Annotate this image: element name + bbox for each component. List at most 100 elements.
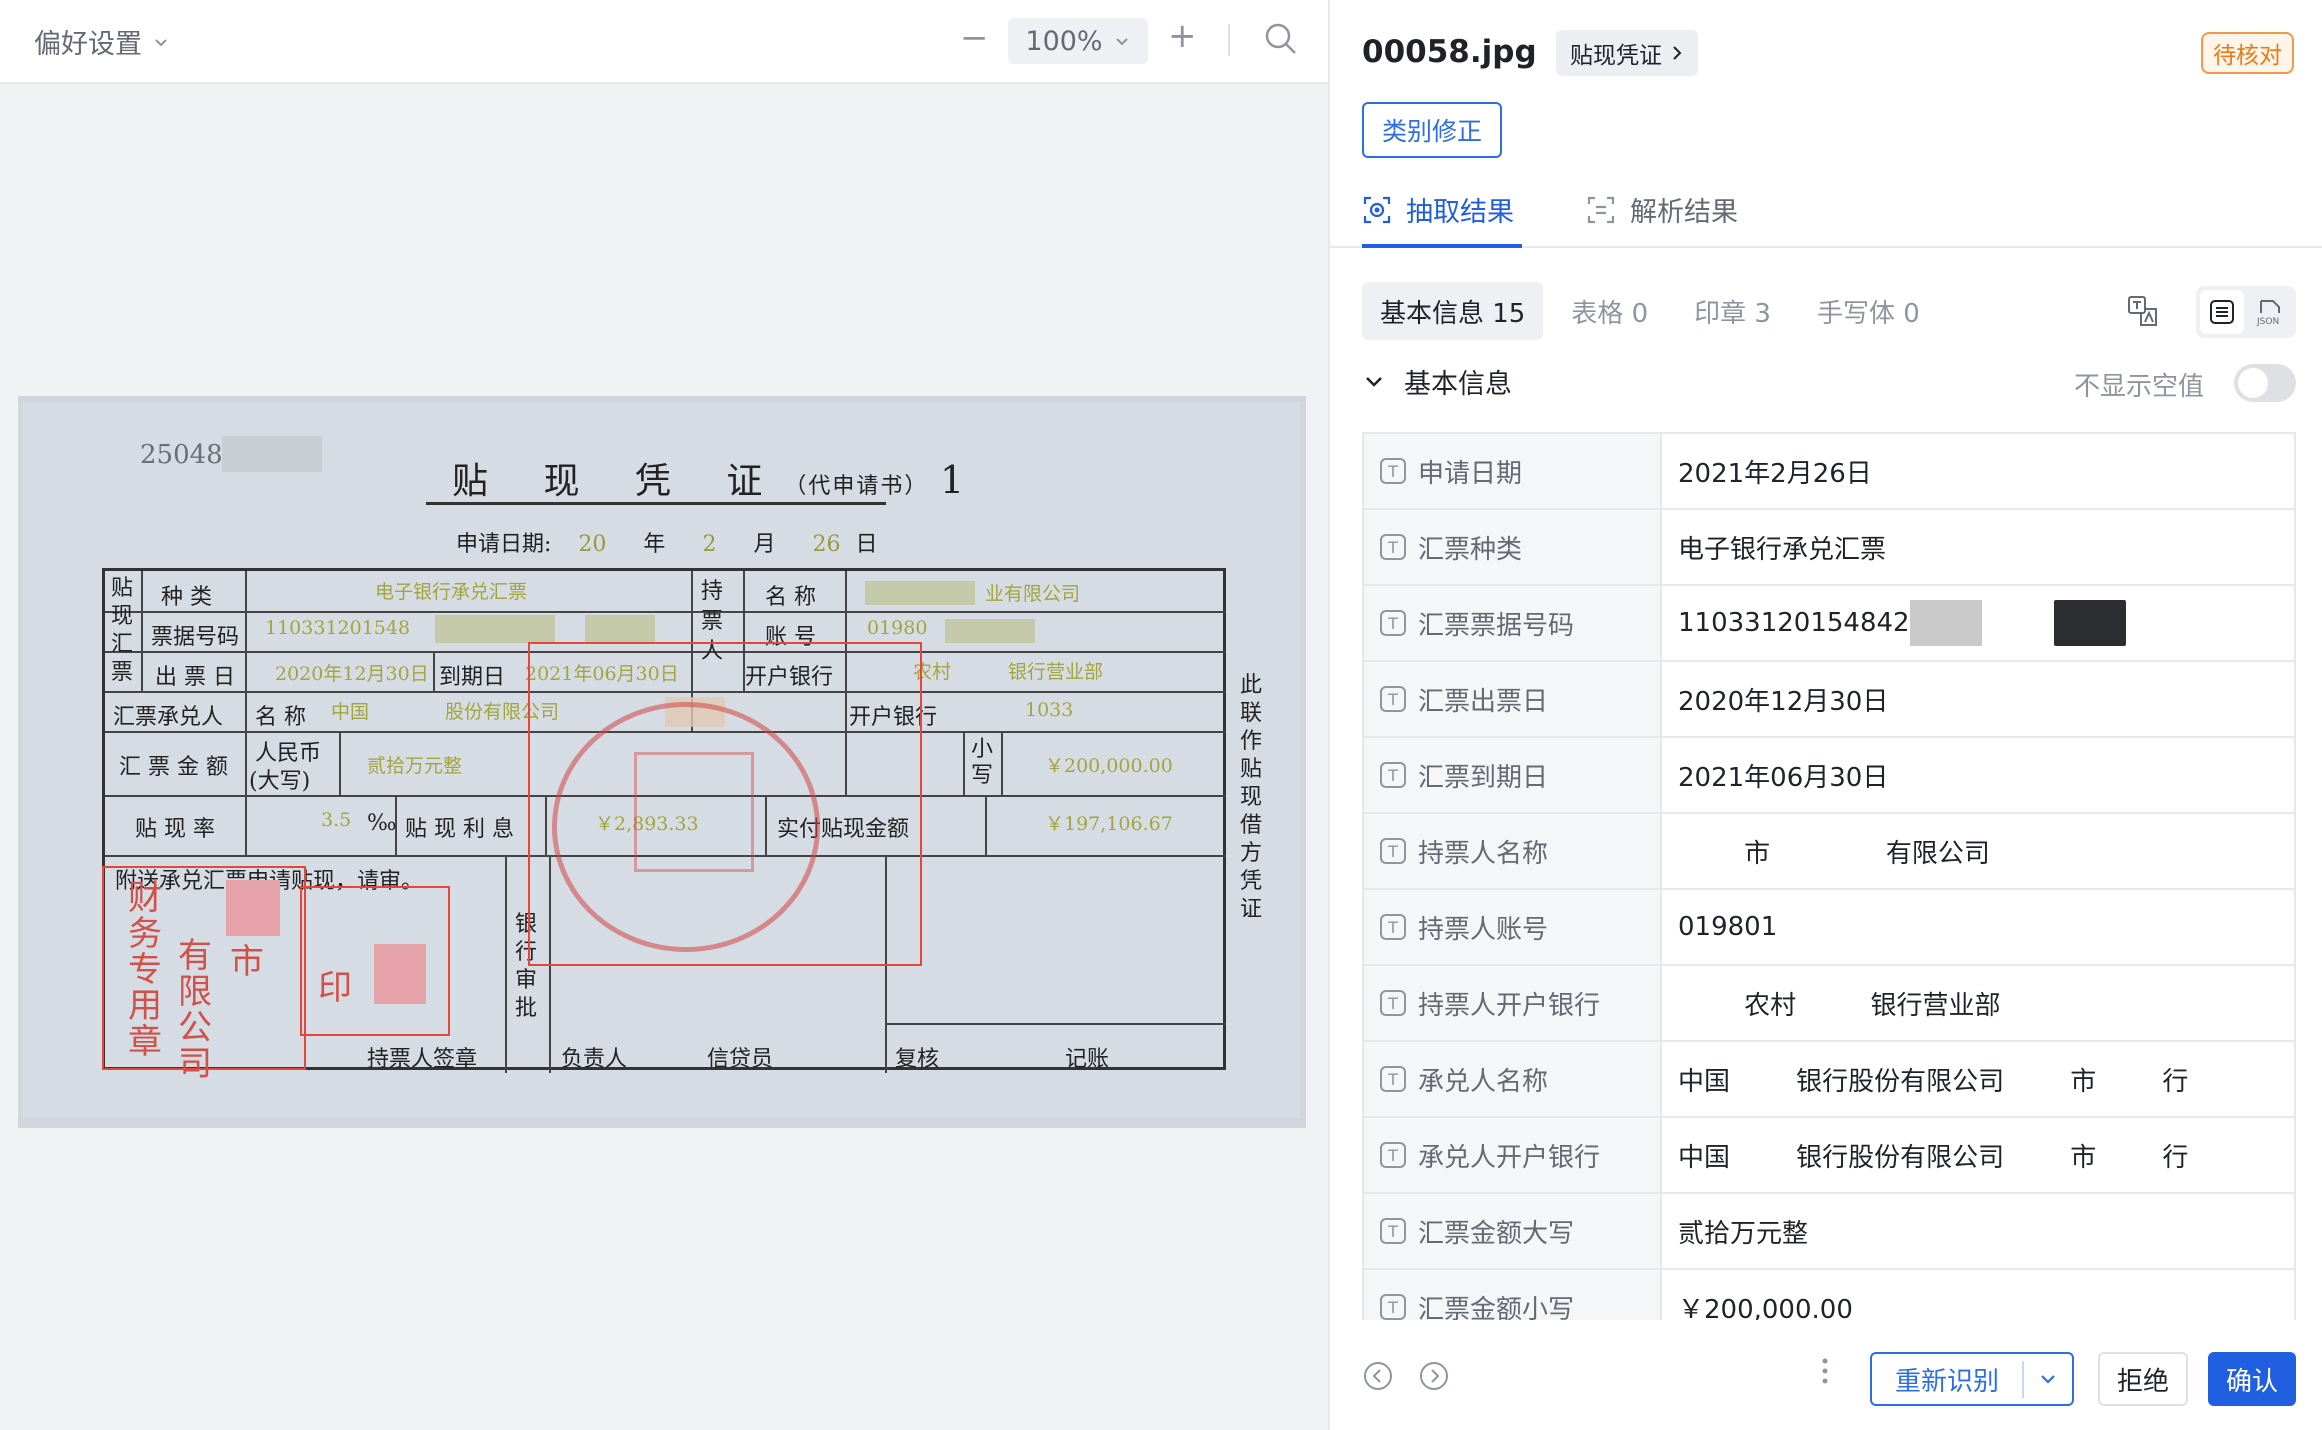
list-icon xyxy=(2210,300,2234,324)
active-tab-indicator xyxy=(1362,244,1522,248)
subtab-table[interactable]: 表格 0 xyxy=(1553,282,1666,340)
reidentify-dropdown[interactable] xyxy=(2024,1369,2072,1389)
label-daxie: (大写) xyxy=(249,769,311,794)
field-key-label: 申请日期 xyxy=(1418,458,1523,489)
value-acceptor-name: 中国 股份有限公司 xyxy=(331,701,560,723)
field-key: T 持票人名称 xyxy=(1364,814,1662,888)
svg-text:JSON: JSON xyxy=(2256,317,2279,327)
field-value[interactable]: 中国 银行股份有限公司 市 行 xyxy=(1662,1042,2294,1116)
field-key: T 承兑人开户银行 xyxy=(1364,1118,1662,1192)
label-acceptor-name: 名 称 xyxy=(255,705,306,730)
subtab-seal[interactable]: 印章 3 xyxy=(1676,282,1789,340)
reject-button[interactable]: 拒绝 xyxy=(2098,1352,2188,1406)
label-fuzeren: 负责人 xyxy=(561,1047,628,1072)
field-value[interactable]: ￥200,000.00 xyxy=(1662,1270,2294,1321)
json-icon: JSON xyxy=(2256,300,2280,327)
tab-parse[interactable]: 解析结果 xyxy=(1586,190,1738,229)
search-button[interactable] xyxy=(1262,20,1300,62)
field-key: T 持票人开户银行 xyxy=(1364,966,1662,1040)
value-chupiao-ri: 2020年12月30日 xyxy=(275,663,429,685)
month-label: 月 xyxy=(753,532,776,557)
chevron-down-icon xyxy=(1115,38,1128,46)
field-key: T 汇票种类 xyxy=(1364,510,1662,584)
tab-extract[interactable]: 抽取结果 xyxy=(1362,190,1514,229)
field-value[interactable]: 市 有限公司 xyxy=(1662,814,2294,888)
list-view-button[interactable] xyxy=(2200,290,2244,334)
document-viewer: 偏好设置 − 100% + 25048 贴 现 凭 证（代申请书） 1 申请日期… xyxy=(0,0,1328,1430)
chevron-down-icon xyxy=(1366,376,1382,387)
label-huipiao-jine: 汇 票 金 额 xyxy=(119,755,228,780)
zoom-level-value: 100% xyxy=(1025,25,1103,57)
more-options-button[interactable] xyxy=(1820,1354,1830,1396)
grid-line xyxy=(1001,731,1003,795)
field-row: T 汇票种类 电子银行承兑汇票 xyxy=(1364,510,2294,586)
apply-date-year: 20 xyxy=(578,532,607,557)
hide-empty-switch[interactable] xyxy=(2234,364,2296,402)
field-value[interactable]: 019801 xyxy=(1662,890,2294,964)
field-value[interactable]: 2020年12月30日 xyxy=(1662,662,2294,736)
text-type-icon: T xyxy=(1380,1294,1406,1320)
field-row: T 汇票金额大写 贰拾万元整 xyxy=(1364,1194,2294,1270)
redacted-block xyxy=(2053,600,2126,646)
json-view-button[interactable]: JSON xyxy=(2248,290,2292,334)
redacted-area xyxy=(865,581,975,605)
field-key-label: 持票人账号 xyxy=(1418,914,1549,945)
field-value[interactable]: 2021年2月26日 xyxy=(1662,434,2294,508)
field-value[interactable]: 电子银行承兑汇票 xyxy=(1662,510,2294,584)
subtab-handwriting[interactable]: 手写体 0 xyxy=(1799,282,1938,340)
value-holder-account: 01980 xyxy=(867,617,928,639)
field-value[interactable]: 农村 银行营业部 xyxy=(1662,966,2294,1040)
previous-button[interactable] xyxy=(1362,1360,1394,1396)
document-type-tag[interactable]: 贴现凭证 xyxy=(1556,30,1698,76)
grid-line xyxy=(245,571,247,855)
zoom-out-button[interactable]: − xyxy=(960,18,989,58)
zoom-level-select[interactable]: 100% xyxy=(1008,18,1148,64)
field-key: T 汇票金额大写 xyxy=(1364,1194,1662,1268)
fields-table: T 申请日期 2021年2月26日 T 汇票种类 电子银行承兑汇票 T 汇票票据号码 110… xyxy=(1362,432,2296,1320)
grid-line xyxy=(339,731,341,795)
section-basic-info-toggle[interactable]: 基本信息 xyxy=(1362,362,1512,401)
field-key: T 汇票到期日 xyxy=(1364,738,1662,812)
reidentify-button[interactable]: 重新识别 xyxy=(1872,1360,2024,1398)
confirm-button[interactable]: 确认 xyxy=(2208,1352,2296,1406)
zoom-in-button[interactable]: + xyxy=(1168,16,1197,56)
preferences-dropdown[interactable]: 偏好设置 xyxy=(34,22,170,61)
field-key: T 汇票金额小写 xyxy=(1364,1270,1662,1320)
field-key-label: 承兑人开户银行 xyxy=(1418,1142,1601,1173)
field-value[interactable]: 中国 银行股份有限公司 市 行 xyxy=(1662,1118,2294,1192)
field-category-tabs: 基本信息 15 表格 0 印章 3 手写体 0 xyxy=(1362,282,1938,340)
translate-button[interactable] xyxy=(2126,294,2160,332)
reidentify-split-button: 重新识别 xyxy=(1870,1352,2074,1406)
value-holder-bank: 农村 银行营业部 xyxy=(913,661,1104,683)
seal-text-yin: 印 xyxy=(318,968,352,1008)
section-title: 基本信息 xyxy=(1404,369,1512,400)
voucher-number: 25048 xyxy=(140,440,223,470)
field-key-label: 承兑人名称 xyxy=(1418,1066,1549,1097)
field-key: T 汇票出票日 xyxy=(1364,662,1662,736)
value-piaoju-haoma: 110331201548 xyxy=(265,617,411,639)
more-vertical-icon xyxy=(1822,1358,1828,1384)
grid-line xyxy=(105,611,695,613)
label-holder-name: 名 称 xyxy=(765,585,816,610)
value-rate: 3.5 xyxy=(321,809,352,831)
field-row: T 持票人名称 市 有限公司 xyxy=(1364,814,2294,890)
subtab-basic-info[interactable]: 基本信息 15 xyxy=(1362,282,1544,340)
field-key-label: 汇票票据号码 xyxy=(1418,610,1575,641)
apply-date-line: 申请日期: 20 年 2 月 26 日 xyxy=(456,526,877,558)
text-type-icon: T xyxy=(1380,990,1406,1016)
next-button[interactable] xyxy=(1418,1360,1450,1396)
field-row: T 汇票出票日 2020年12月30日 xyxy=(1364,662,2294,738)
field-value[interactable]: 110331201548­42 xyxy=(1662,586,2294,660)
detected-stamp-box[interactable] xyxy=(528,642,922,966)
category-fix-button[interactable]: 类别修正 xyxy=(1362,102,1502,158)
field-key-label: 汇票金额大写 xyxy=(1418,1218,1575,1249)
field-value[interactable]: 2021年06月30日 xyxy=(1662,738,2294,812)
field-row: T 持票人开户银行 农村 银行营业部 xyxy=(1364,966,2294,1042)
label-fuhe: 复核 xyxy=(895,1047,940,1072)
voucher-title-main: 贴 现 凭 证 xyxy=(452,461,785,502)
grid-line xyxy=(985,795,987,855)
apply-date-day: 26 xyxy=(812,532,841,557)
field-value[interactable]: 贰拾万元整 xyxy=(1662,1194,2294,1268)
field-row: T 汇票票据号码 110331201548­42 xyxy=(1364,586,2294,662)
value-shifu: ￥197,106.67 xyxy=(1045,813,1173,835)
